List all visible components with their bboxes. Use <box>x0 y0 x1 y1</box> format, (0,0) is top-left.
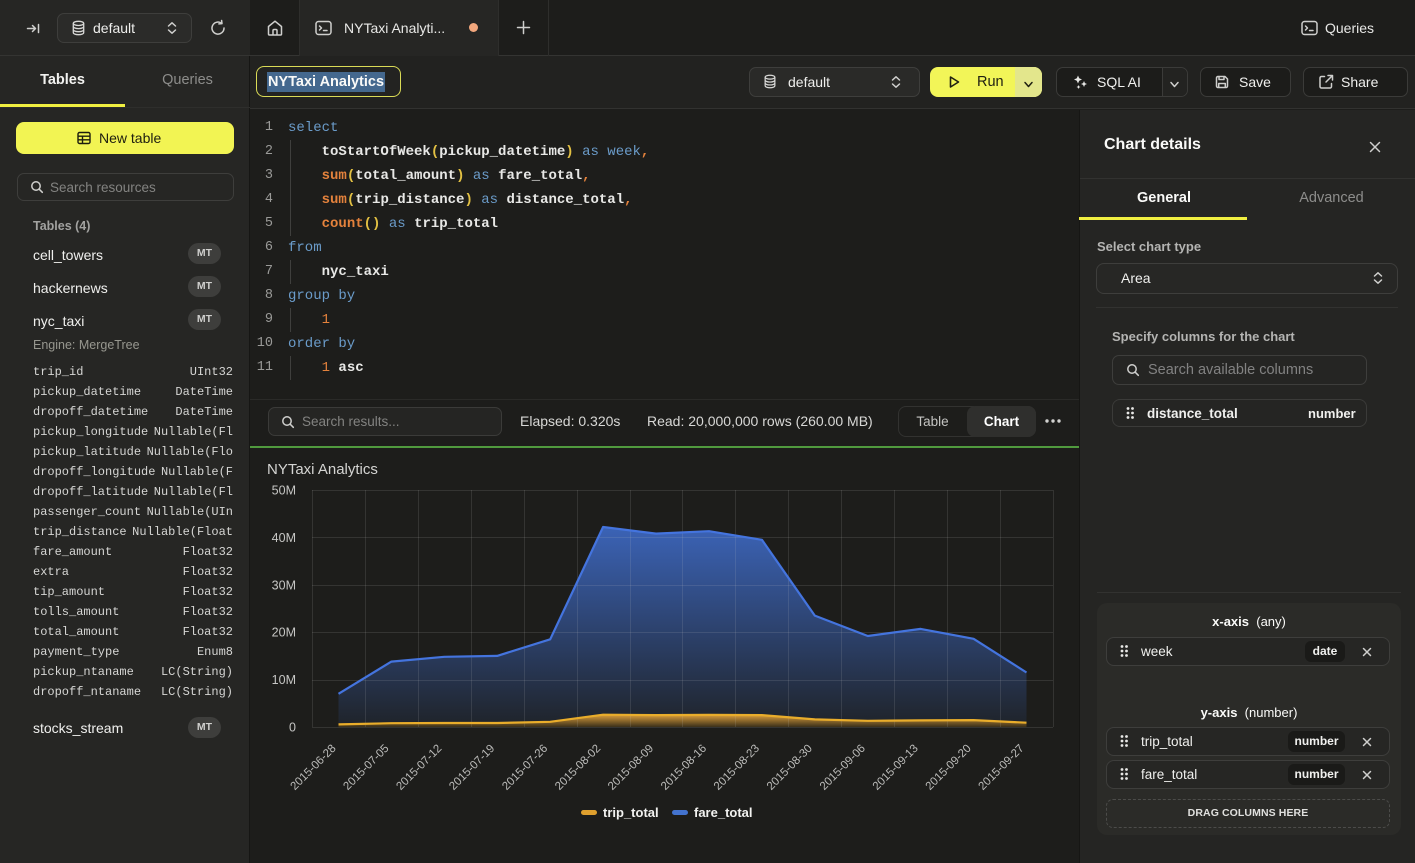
svg-text:20M: 20M <box>272 626 296 640</box>
svg-text:2015-07-26: 2015-07-26 <box>500 743 550 793</box>
svg-text:2015-09-06: 2015-09-06 <box>818 743 868 793</box>
svg-text:2015-09-27: 2015-09-27 <box>977 743 1027 793</box>
svg-text:2015-09-13: 2015-09-13 <box>871 743 921 793</box>
svg-text:10M: 10M <box>272 673 296 687</box>
svg-text:2015-07-12: 2015-07-12 <box>394 743 444 793</box>
svg-text:2015-08-09: 2015-08-09 <box>606 743 656 793</box>
svg-text:2015-09-20: 2015-09-20 <box>924 743 974 793</box>
svg-text:2015-07-05: 2015-07-05 <box>341 743 391 793</box>
svg-text:2015-08-02: 2015-08-02 <box>553 743 603 793</box>
svg-text:2015-07-19: 2015-07-19 <box>447 743 497 793</box>
svg-text:2015-08-16: 2015-08-16 <box>659 743 709 793</box>
svg-text:0: 0 <box>289 721 296 735</box>
svg-text:50M: 50M <box>272 484 296 498</box>
svg-text:2015-06-28: 2015-06-28 <box>289 743 339 793</box>
svg-text:40M: 40M <box>272 531 296 545</box>
svg-text:30M: 30M <box>272 578 296 592</box>
svg-text:2015-08-30: 2015-08-30 <box>765 743 815 793</box>
svg-text:2015-08-23: 2015-08-23 <box>712 743 762 793</box>
